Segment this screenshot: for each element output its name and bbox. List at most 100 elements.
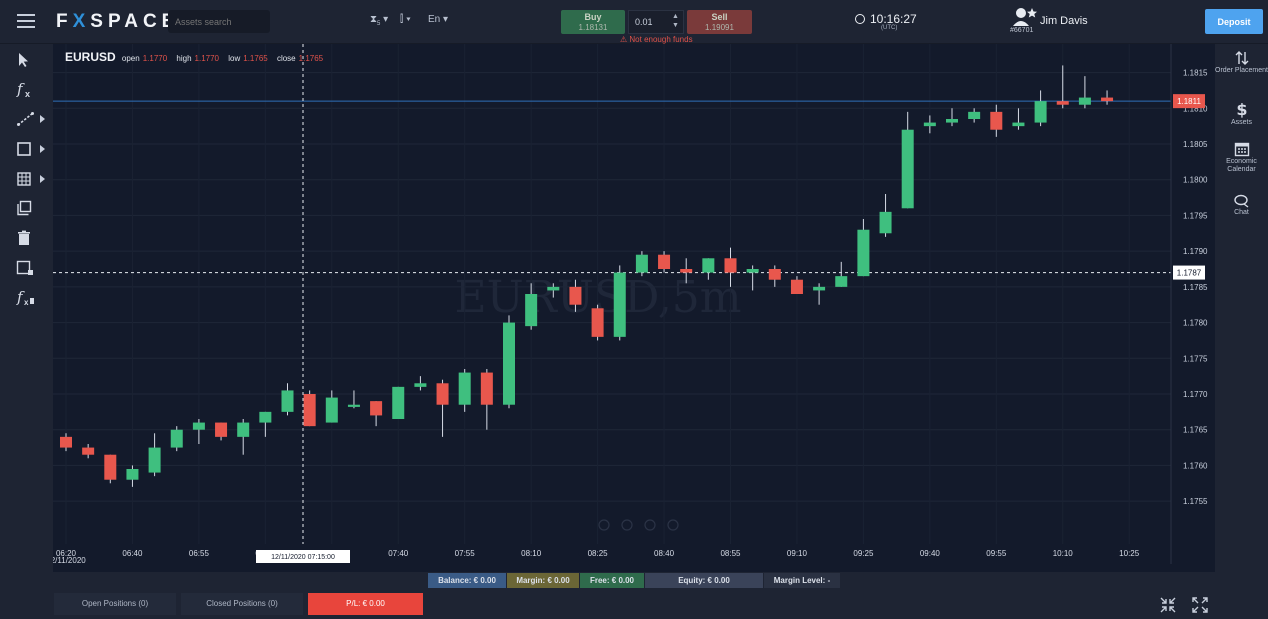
lot-stepper[interactable]: ▲ ▼	[672, 12, 679, 30]
zoom-in-icon[interactable]	[667, 519, 679, 531]
candle-body	[879, 211, 892, 234]
candle-body	[436, 383, 449, 405]
trash-icon[interactable]	[16, 230, 38, 250]
top-bar: FXSPACE ⧗5 ▾ ⫿ ▾ En ▾ Buy 1.18131 ▲ ▼ Se…	[0, 0, 1268, 44]
collapse-icon[interactable]	[1160, 597, 1176, 613]
high-label: high	[176, 54, 192, 63]
cursor-icon[interactable]	[16, 52, 38, 72]
tab-open-positions[interactable]: Open Positions (0)	[54, 593, 176, 615]
chart-type-selector[interactable]: ⫿ ▾	[400, 14, 411, 25]
svg-text:x: x	[25, 89, 30, 99]
chevron-down-icon[interactable]: ▼	[672, 21, 679, 30]
svg-text:f: f	[16, 81, 25, 98]
candle-body	[1056, 101, 1069, 105]
chat-button[interactable]: Chat	[1215, 194, 1268, 217]
dollar-icon: $	[1236, 100, 1247, 118]
candlestick-plot[interactable]: EURUSD,5m 1.18151.18101.18051.18001.1795…	[46, 44, 1215, 572]
shapes-icon[interactable]	[16, 141, 45, 161]
candle-body	[458, 372, 471, 405]
candle-body	[835, 276, 848, 287]
candle-body	[104, 454, 117, 480]
x-tick-label: 09:40	[920, 549, 941, 558]
hide-icon[interactable]	[16, 260, 38, 280]
sell-button[interactable]: Sell 1.19091	[687, 10, 752, 34]
crosshair-time-label: 12/11/2020 07:15:00	[271, 554, 335, 561]
user-star-icon	[1013, 8, 1037, 26]
candle-body	[923, 122, 936, 127]
ohlc-legend: EURUSD open 1.1770 high 1.1770 low 1.1765 c…	[65, 50, 330, 64]
x-tick-label: 08:40	[654, 549, 675, 558]
x-tick-label: 08:55	[720, 549, 741, 558]
interval-selector[interactable]: ⧗5 ▾	[370, 14, 388, 27]
candle-body	[658, 254, 671, 269]
fibonacci-icon[interactable]	[16, 171, 45, 191]
candle-body	[392, 386, 405, 419]
candle-body	[303, 394, 316, 427]
buy-button[interactable]: Buy 1.18131	[561, 10, 625, 34]
candle-body	[724, 258, 737, 273]
deposit-button[interactable]: Deposit	[1205, 9, 1263, 34]
logo: FXSPACE	[56, 11, 180, 32]
formula-icon[interactable]: fx	[16, 81, 38, 101]
drawing-toolbar: fx fx	[0, 44, 53, 590]
x-date-label: 12/11/2020	[53, 556, 86, 565]
language-selector[interactable]: En ▾	[428, 14, 448, 25]
x-tick-label: 09:25	[853, 549, 874, 558]
candle-body	[82, 447, 95, 455]
candle-body	[857, 229, 870, 277]
candle-body	[1101, 97, 1114, 102]
candle-body	[635, 254, 648, 273]
warning-icon: ⚠	[620, 35, 628, 44]
candle-body	[525, 294, 538, 327]
candle-body	[1012, 122, 1025, 127]
order-placement-button[interactable]: Order Placement	[1215, 50, 1268, 75]
zoom-out-icon[interactable]	[598, 519, 610, 531]
candle-body	[148, 447, 161, 473]
menu-icon[interactable]	[17, 14, 35, 28]
x-tick-label: 10:10	[1053, 549, 1074, 558]
open-label: open	[121, 54, 140, 63]
zoom-search-icon[interactable]	[644, 519, 656, 531]
candle-body	[414, 383, 427, 387]
candle-body	[1078, 97, 1091, 105]
tab-closed-positions[interactable]: Closed Positions (0)	[181, 593, 303, 615]
y-tick-label: 1.1775	[1183, 354, 1208, 363]
clone-icon[interactable]	[16, 200, 38, 220]
x-tick-label: 09:55	[986, 549, 1007, 558]
candle-body	[60, 436, 72, 448]
candle-body	[259, 411, 272, 423]
y-tick-label: 1.1755	[1183, 497, 1208, 506]
candle-body	[901, 129, 914, 209]
indicators-icon[interactable]: fx	[16, 289, 38, 309]
economic-calendar-button[interactable]: Economic Calendar	[1215, 141, 1268, 174]
zoom-reset-icon[interactable]	[621, 519, 633, 531]
candle-body	[680, 269, 693, 273]
balance-summary: Balance: € 0.00	[428, 573, 506, 588]
funds-warning: ⚠ Not enough funds	[620, 35, 693, 44]
candle-body	[1034, 101, 1047, 123]
price-chart[interactable]: EURUSD open 1.1770 high 1.1770 low 1.1765 c…	[46, 44, 1215, 572]
close-label: close	[276, 54, 296, 63]
margin-level-summary: Margin Level: -	[764, 573, 840, 588]
account-summary: Balance: € 0.00 Margin: € 0.00 Free: € 0…	[53, 572, 1215, 590]
low-label: low	[228, 54, 241, 63]
user-profile[interactable]: Jim Davis #66701	[1010, 7, 1122, 39]
close-value: 1.1765	[298, 54, 324, 63]
x-tick-label: 08:10	[521, 549, 542, 558]
assets-search-input[interactable]	[168, 10, 270, 33]
fullscreen-icon[interactable]	[1192, 597, 1208, 613]
bottom-bar: Open Positions (0) Closed Positions (0) …	[0, 590, 1268, 619]
clock-icon	[855, 14, 865, 24]
candle-body	[790, 279, 803, 294]
candle-body	[613, 272, 626, 337]
x-tick-label: 07:55	[455, 549, 476, 558]
y-tick-label: 1.1780	[1183, 319, 1208, 328]
high-value: 1.1770	[194, 54, 219, 63]
candle-body	[126, 469, 139, 480]
timezone-label: (UTC)	[881, 25, 898, 31]
trendline-icon[interactable]	[16, 111, 45, 131]
low-value: 1.1765	[243, 54, 268, 63]
assets-button[interactable]: $ Assets	[1215, 100, 1268, 127]
chevron-up-icon[interactable]: ▲	[672, 12, 679, 21]
crosshair-price-label: 1.1787	[1177, 269, 1202, 278]
